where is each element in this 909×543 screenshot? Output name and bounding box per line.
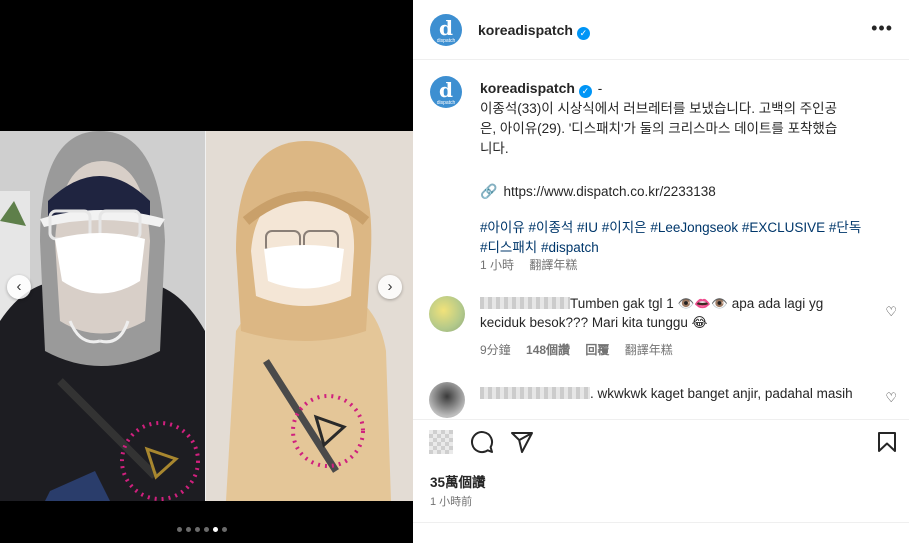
media-image bbox=[0, 131, 413, 501]
link-text: https://www.dispatch.co.kr/2233138 bbox=[503, 184, 716, 199]
comment-username-blurred[interactable] bbox=[480, 297, 570, 309]
verified-badge-icon: ✓ bbox=[578, 85, 592, 98]
avatar-letter: d bbox=[439, 16, 453, 40]
carousel-dot bbox=[222, 527, 227, 532]
heart-icon[interactable]: ♡ bbox=[885, 388, 897, 407]
comment-avatar[interactable] bbox=[429, 382, 465, 418]
link-icon: 🔗 bbox=[480, 183, 498, 199]
comment-username-blurred[interactable] bbox=[480, 387, 590, 399]
caption-meta: 1 小時 翻譯年糕 bbox=[480, 256, 589, 273]
comment-item: . wkwkwk kaget banget anjir, padahal mas… bbox=[429, 382, 899, 418]
carousel-dot bbox=[177, 527, 182, 532]
hashtags-line[interactable]: #아이유 #이종석 #IU #이지은 #LeeJongseok #EXCLUSI… bbox=[480, 218, 890, 238]
comment-meta: 9分鐘 148個讚 回覆 翻譯年糕 bbox=[480, 341, 685, 358]
share-icon[interactable] bbox=[510, 430, 534, 454]
caption-time: 1 小時 bbox=[480, 258, 515, 272]
comment-likes[interactable]: 148個讚 bbox=[526, 343, 570, 357]
like-icon[interactable] bbox=[429, 430, 453, 454]
caption-text-line: 은, 아이유(29). '디스패치'가 둘의 크리스마스 데이트를 포착했습 bbox=[480, 121, 838, 136]
comment-avatar[interactable] bbox=[429, 296, 465, 332]
caption-first-line: koreadispatch ✓ - bbox=[480, 78, 890, 99]
comment-text: Tumben gak tgl 1 👁️👄👁️ apa ada lagi yg bbox=[570, 296, 824, 311]
chevron-right-icon: › bbox=[387, 278, 393, 295]
comment-body: Tumben gak tgl 1 👁️👄👁️ apa ada lagi yg k… bbox=[480, 294, 870, 332]
hashtags[interactable]: #아이유 #이종석 #IU #이지은 #LeeJongseok #EXCLUSI… bbox=[480, 218, 890, 258]
hashtags-line[interactable]: #디스패치 #dispatch bbox=[480, 238, 890, 258]
comment-text: . wkwkwk kaget banget anjir, padahal mas… bbox=[590, 386, 853, 401]
caption-username-text: koreadispatch bbox=[480, 80, 575, 96]
avatar-subtext: dispatch bbox=[436, 38, 456, 44]
comment-reply-button[interactable]: 回覆 bbox=[585, 343, 609, 357]
bookmark-icon[interactable] bbox=[875, 430, 899, 454]
caption-translate-link[interactable]: 翻譯年糕 bbox=[529, 258, 577, 272]
avatar[interactable]: d dispatch bbox=[430, 14, 462, 46]
photo-right-illustration bbox=[206, 131, 413, 501]
post-media: ‹ › bbox=[0, 0, 413, 543]
carousel-dot bbox=[213, 527, 218, 532]
verified-badge-icon: ✓ bbox=[576, 27, 590, 40]
caption-text-line: 니다. bbox=[480, 141, 509, 156]
heart-icon[interactable]: ♡ bbox=[885, 302, 897, 321]
comment-text: keciduk besok??? Mari kita tunggu 😂 bbox=[480, 315, 708, 330]
caption-link[interactable]: 🔗 https://www.dispatch.co.kr/2233138 bbox=[480, 181, 890, 202]
post-panel: d dispatch koreadispatch ✓ ••• d dispatch… bbox=[413, 0, 909, 543]
more-icon[interactable]: ••• bbox=[871, 18, 893, 39]
photo-left bbox=[0, 131, 205, 501]
caption-avatar[interactable]: d dispatch bbox=[430, 76, 462, 108]
add-comment-bar bbox=[413, 522, 909, 543]
caption-suffix: - bbox=[597, 81, 603, 96]
carousel-dot bbox=[195, 527, 200, 532]
post-header: d dispatch koreadispatch ✓ ••• bbox=[413, 0, 909, 60]
caption-avatar-subtext: dispatch bbox=[436, 100, 456, 106]
header-username[interactable]: koreadispatch ✓ bbox=[478, 22, 590, 40]
carousel-indicator bbox=[177, 527, 227, 532]
carousel-dot bbox=[204, 527, 209, 532]
username-text: koreadispatch bbox=[478, 22, 573, 38]
comment-translate-link[interactable]: 翻譯年糕 bbox=[625, 343, 673, 357]
comment-icon[interactable] bbox=[470, 430, 494, 454]
caption: koreadispatch ✓ - 이종석(33)이 시상식에서 러브레터를 보냈… bbox=[480, 78, 890, 258]
carousel-dot bbox=[186, 527, 191, 532]
caption-username[interactable]: koreadispatch ✓ bbox=[480, 80, 592, 98]
caption-text-line: 이종석(33)이 시상식에서 러브레터를 보냈습니다. 고백의 주인공 bbox=[480, 101, 838, 116]
previous-slide-button[interactable]: ‹ bbox=[7, 275, 31, 299]
comment-time: 9分鐘 bbox=[480, 343, 511, 357]
photo-right bbox=[206, 131, 413, 501]
likes-count[interactable]: 35萬個讚 bbox=[430, 471, 486, 491]
action-bar bbox=[413, 419, 909, 463]
caption-avatar-letter: d bbox=[439, 78, 453, 102]
next-slide-button[interactable]: › bbox=[378, 275, 402, 299]
comment-body: . wkwkwk kaget banget anjir, padahal mas… bbox=[480, 384, 870, 403]
post-time[interactable]: 1 小時前 bbox=[430, 493, 472, 509]
chevron-left-icon: ‹ bbox=[16, 278, 22, 295]
photo-left-illustration bbox=[0, 131, 205, 501]
